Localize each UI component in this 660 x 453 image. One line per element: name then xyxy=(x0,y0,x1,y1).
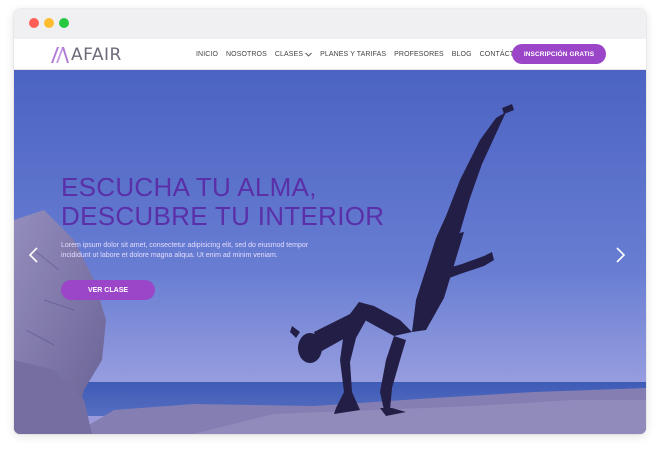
browser-window: AFAIR INICIO NOSOTROS CLASES PLANES Y TA… xyxy=(14,9,646,434)
close-window-dot[interactable] xyxy=(29,18,39,28)
hero-description-line2: incididunt ut labore et dolore magna ali… xyxy=(61,252,278,259)
hero-description: Lorem ipsum dolor sit amet, consectetur … xyxy=(61,241,361,261)
nav-clases[interactable]: CLASES xyxy=(275,51,312,58)
nav-clases-label: CLASES xyxy=(274,51,304,58)
logo-mark-icon xyxy=(51,47,69,63)
site-logo[interactable]: AFAIR xyxy=(50,45,122,65)
hero-title-line2: DESCUBRE TU INTERIOR xyxy=(61,201,385,231)
nav-planes-tarifas[interactable]: PLANES Y TARIFAS xyxy=(320,51,386,58)
window-titlebar xyxy=(14,9,646,39)
hero-title: ESCUCHA TU ALMA, DESCUBRE TU INTERIOR xyxy=(61,173,441,231)
chevron-down-icon xyxy=(305,52,312,57)
nav-nosotros[interactable]: NOSOTROS xyxy=(226,51,267,58)
hero-title-line1: ESCUCHA TU ALMA, xyxy=(61,172,317,202)
signup-free-button[interactable]: INSCRIPCIÓN GRATIS xyxy=(512,44,606,64)
chevron-left-icon xyxy=(28,247,38,263)
view-class-button[interactable]: VER CLASE xyxy=(61,280,155,300)
chevron-right-icon xyxy=(616,247,626,263)
slider-next-button[interactable] xyxy=(612,245,628,265)
hero-slider: ESCUCHA TU ALMA, DESCUBRE TU INTERIOR Lo… xyxy=(14,70,646,434)
nav-inicio[interactable]: INICIO xyxy=(196,51,218,58)
main-nav: INICIO NOSOTROS CLASES PLANES Y TARIFAS … xyxy=(196,39,542,70)
nav-profesores[interactable]: PROFESORES xyxy=(394,51,444,58)
minimize-window-dot[interactable] xyxy=(44,18,54,28)
slider-prev-button[interactable] xyxy=(26,245,42,265)
maximize-window-dot[interactable] xyxy=(59,18,69,28)
logo-text: AFAIR xyxy=(71,45,122,65)
nav-blog[interactable]: BLOG xyxy=(452,51,472,58)
hero-description-line1: Lorem ipsum dolor sit amet, consectetur … xyxy=(61,242,309,249)
site-header: AFAIR INICIO NOSOTROS CLASES PLANES Y TA… xyxy=(14,39,646,70)
